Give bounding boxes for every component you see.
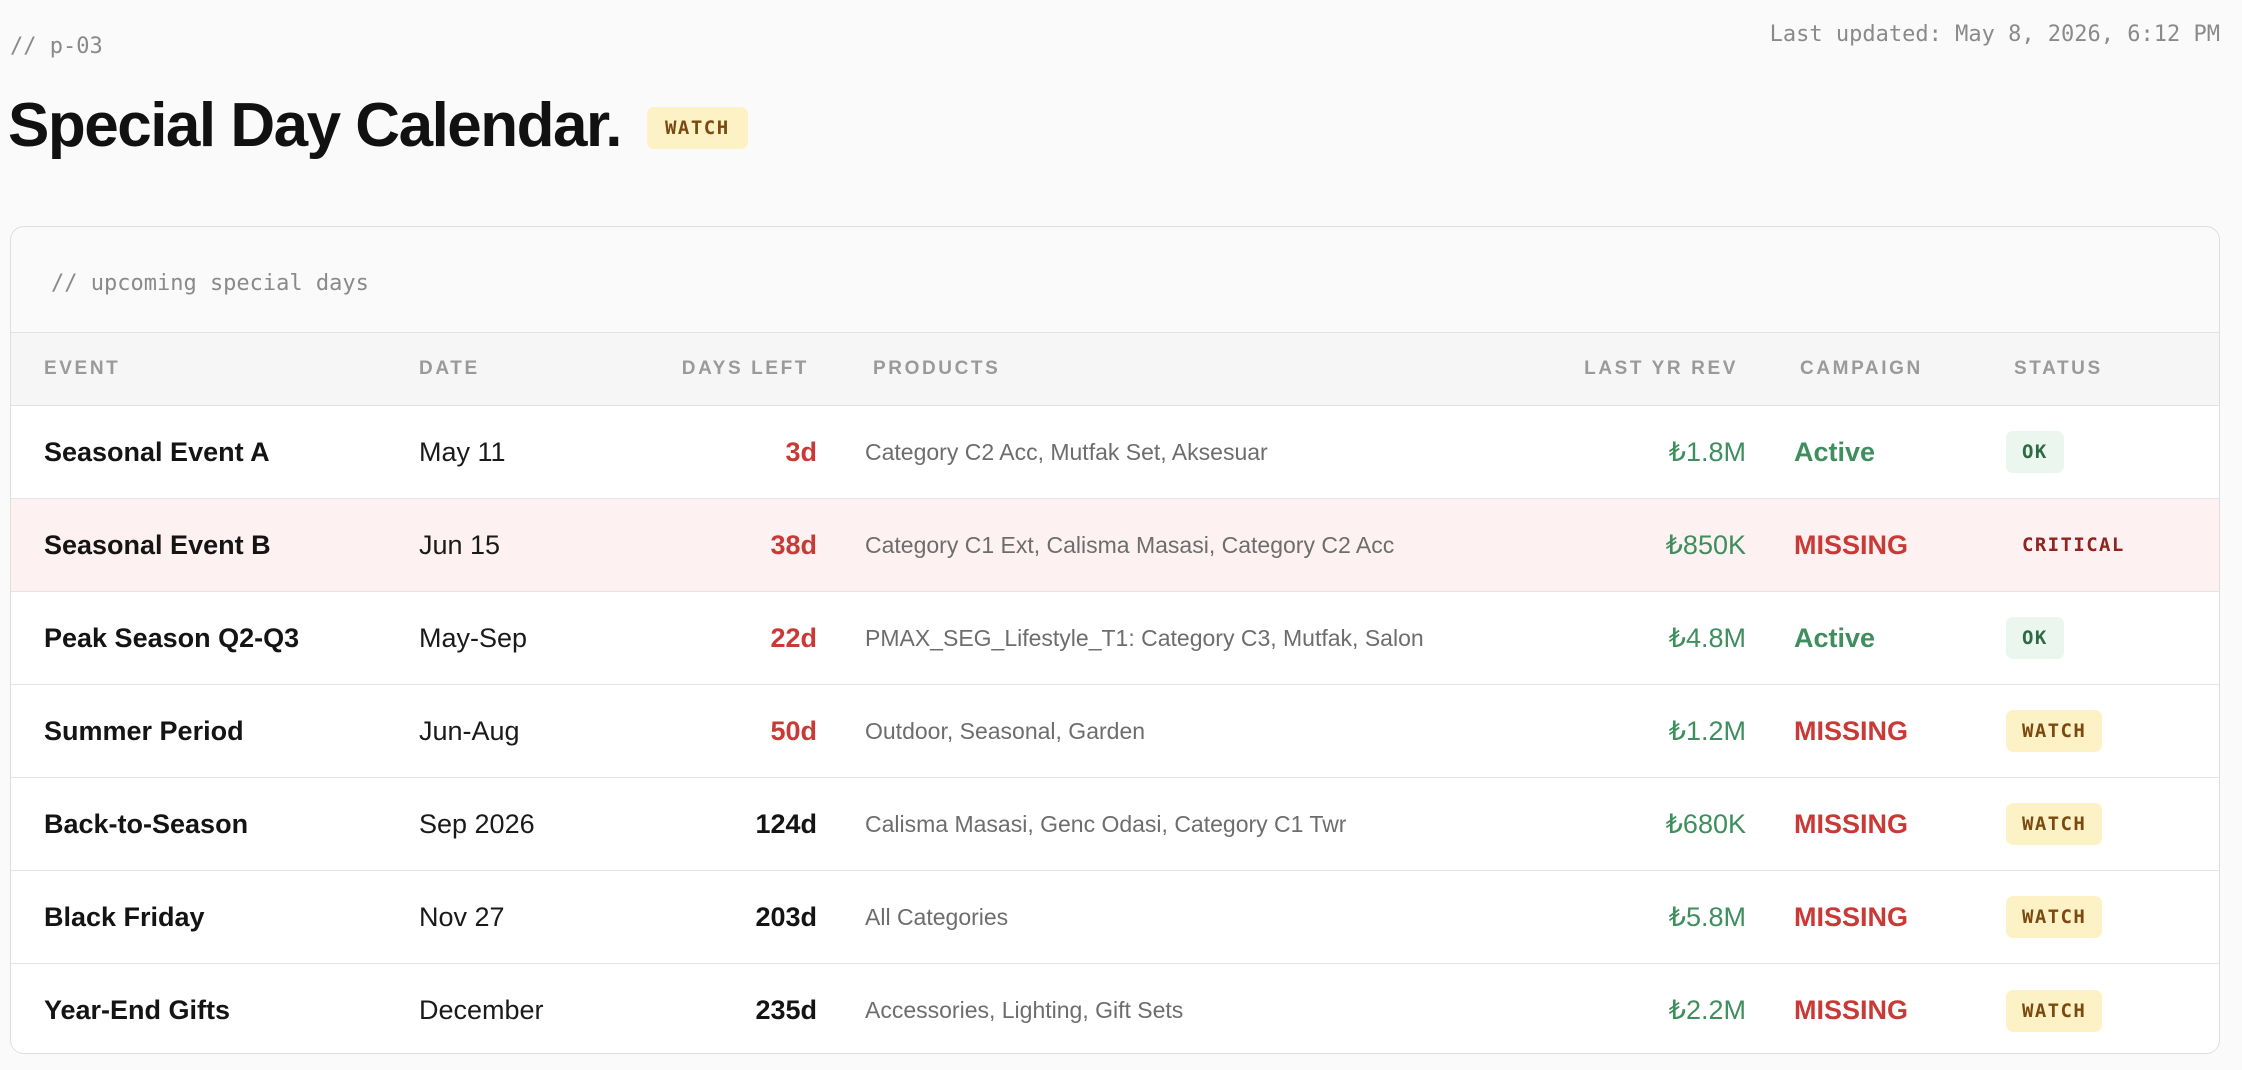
page-header: Special Day Calendar. WATCH bbox=[8, 88, 748, 164]
table-row[interactable]: Peak Season Q2-Q3 May-Sep 22d PMAX_SEG_L… bbox=[11, 592, 2219, 685]
status-cell: CRITICAL bbox=[1974, 524, 2214, 566]
page-title: Special Day Calendar. bbox=[8, 91, 622, 160]
last-updated-timestamp: Last updated: May 8, 2026, 6:12 PM bbox=[1769, 22, 2220, 47]
products: Category C1 Ext, Calisma Masasi, Categor… bbox=[865, 531, 1395, 558]
event-date: Jun-Aug bbox=[419, 715, 520, 746]
event-name: Seasonal Event B bbox=[44, 529, 271, 560]
campaign-status: MISSING bbox=[1794, 715, 1909, 746]
status-badge: OK bbox=[2006, 431, 2064, 473]
status-cell: OK bbox=[1974, 617, 2214, 659]
campaign-status: MISSING bbox=[1794, 901, 1909, 932]
last-year-revenue: ₺680K bbox=[1665, 808, 1746, 839]
status-cell: WATCH bbox=[1974, 896, 2214, 938]
table-header: EVENT DATE DAYS LEFT PRODUCTS LAST YR RE… bbox=[11, 333, 2219, 406]
status-badge: CRITICAL bbox=[2022, 534, 2125, 556]
column-header-days-left: DAYS LEFT bbox=[681, 358, 809, 379]
products: All Categories bbox=[865, 903, 1009, 930]
event-name: Seasonal Event A bbox=[44, 436, 270, 467]
last-year-revenue: ₺1.8M bbox=[1668, 436, 1746, 467]
table-row[interactable]: Back-to-Season Sep 2026 124d Calisma Mas… bbox=[11, 778, 2219, 871]
products: Category C2 Acc, Mutfak Set, Aksesuar bbox=[865, 438, 1268, 465]
status-cell: OK bbox=[1974, 431, 2214, 473]
table-row[interactable]: Year-End Gifts December 235d Accessories… bbox=[11, 964, 2219, 1053]
event-name: Summer Period bbox=[44, 715, 244, 746]
campaign-status: MISSING bbox=[1794, 995, 1909, 1025]
column-header-status: STATUS bbox=[2014, 358, 2103, 379]
days-left: 235d bbox=[755, 995, 817, 1025]
last-year-revenue: ₺5.8M bbox=[1668, 901, 1746, 932]
campaign-status: MISSING bbox=[1794, 808, 1909, 839]
days-left: 22d bbox=[770, 622, 817, 653]
event-date: Nov 27 bbox=[419, 901, 505, 932]
card-caption: // upcoming special days bbox=[11, 227, 2219, 333]
status-badge: WATCH bbox=[2006, 710, 2103, 752]
campaign-status: Active bbox=[1794, 436, 1876, 467]
days-left: 3d bbox=[785, 436, 817, 467]
special-days-card: // upcoming special days EVENT DATE DAYS… bbox=[10, 226, 2220, 1054]
event-date: May-Sep bbox=[419, 622, 528, 653]
products: Calisma Masasi, Genc Odasi, Category C1 … bbox=[865, 810, 1347, 837]
status-cell: WATCH bbox=[1974, 710, 2214, 752]
days-left: 50d bbox=[770, 715, 817, 746]
status-badge: WATCH bbox=[2006, 896, 2103, 938]
event-date: May 11 bbox=[419, 436, 506, 467]
column-header-date: DATE bbox=[419, 358, 480, 379]
days-left: 124d bbox=[755, 808, 817, 839]
table-row[interactable]: Seasonal Event B Jun 15 38d Category C1 … bbox=[11, 499, 2219, 592]
status-cell: WATCH bbox=[1974, 989, 2214, 1032]
event-name: Back-to-Season bbox=[44, 808, 249, 839]
status-badge: OK bbox=[2006, 617, 2064, 659]
column-header-campaign: CAMPAIGN bbox=[1800, 358, 1923, 379]
event-name: Year-End Gifts bbox=[44, 995, 231, 1025]
campaign-status: Active bbox=[1794, 622, 1876, 653]
days-left: 38d bbox=[770, 529, 817, 560]
table-row[interactable]: Seasonal Event A May 11 3d Category C2 A… bbox=[11, 406, 2219, 499]
status-cell: WATCH bbox=[1974, 803, 2214, 845]
last-year-revenue: ₺2.2M bbox=[1668, 995, 1746, 1025]
status-badge: WATCH bbox=[2006, 803, 2103, 845]
products: PMAX_SEG_Lifestyle_T1: Category C3, Mutf… bbox=[865, 624, 1424, 651]
products: Accessories, Lighting, Gift Sets bbox=[865, 997, 1184, 1023]
column-header-last-yr-rev: LAST YR REV bbox=[1584, 358, 1738, 379]
table-row[interactable]: Summer Period Jun-Aug 50d Outdoor, Seaso… bbox=[11, 685, 2219, 778]
event-date: Sep 2026 bbox=[419, 808, 535, 839]
page-status-badge: WATCH bbox=[646, 107, 748, 149]
page-id-label: // p-03 bbox=[10, 34, 103, 59]
column-header-products: PRODUCTS bbox=[873, 358, 1001, 379]
status-badge: WATCH bbox=[2006, 989, 2103, 1032]
event-date: December bbox=[419, 995, 544, 1025]
last-year-revenue: ₺850K bbox=[1665, 529, 1746, 560]
products: Outdoor, Seasonal, Garden bbox=[865, 717, 1146, 744]
last-year-revenue: ₺1.2M bbox=[1668, 715, 1746, 746]
campaign-status: MISSING bbox=[1794, 529, 1909, 560]
table-row[interactable]: Black Friday Nov 27 203d All Categories … bbox=[11, 871, 2219, 964]
last-year-revenue: ₺4.8M bbox=[1668, 622, 1746, 653]
days-left: 203d bbox=[755, 901, 817, 932]
column-header-event: EVENT bbox=[44, 358, 121, 379]
event-name: Black Friday bbox=[44, 901, 205, 932]
event-date: Jun 15 bbox=[419, 529, 501, 560]
table-body: Seasonal Event A May 11 3d Category C2 A… bbox=[11, 406, 2219, 1053]
event-name: Peak Season Q2-Q3 bbox=[44, 622, 300, 653]
